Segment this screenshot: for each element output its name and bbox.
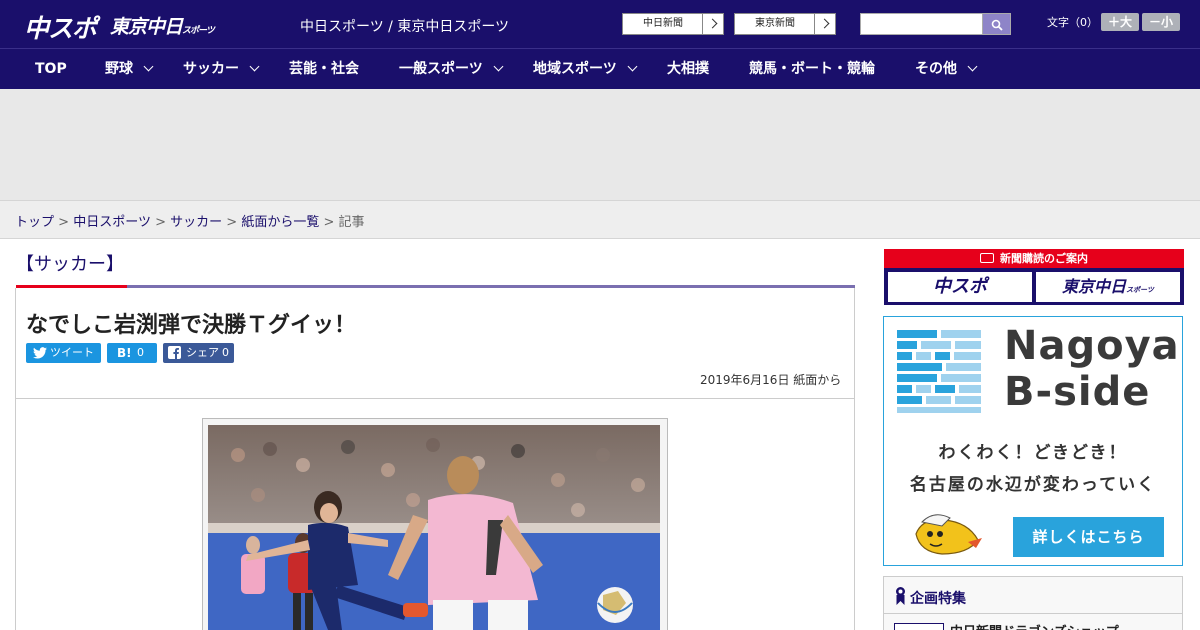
breadcrumb-separator: > <box>155 215 166 230</box>
feature-heading: 企画特集 <box>910 591 966 607</box>
feature-item-thumbnail[interactable] <box>894 623 944 630</box>
brick-wall-icon <box>897 330 981 413</box>
chevron-down-icon <box>967 61 978 72</box>
nav-item-top[interactable]: TOP <box>35 49 67 90</box>
article-category[interactable]: 【サッカー】 <box>16 250 124 276</box>
facebook-share-button[interactable]: シェア 0 <box>163 343 234 363</box>
nav-item-soccer[interactable]: サッカー <box>183 49 260 90</box>
hatena-bookmark-icon: B! <box>117 346 132 360</box>
nav-item-sumo[interactable]: 大相撲 <box>667 49 709 90</box>
search-input[interactable] <box>860 13 983 35</box>
search-button[interactable] <box>982 13 1011 35</box>
tweet-label: ツイート <box>50 346 94 359</box>
article-date: 2019年6月16日 紙面から <box>700 373 842 387</box>
soccer-photo-illustration <box>208 425 660 630</box>
nav-label: サッカー <box>183 61 239 77</box>
nav-label: 地域スポーツ <box>533 61 617 77</box>
hatena-bookmark-button[interactable]: B! 0 <box>107 343 157 363</box>
subscription-tokyo-chunichi-small: スポーツ <box>1126 286 1154 294</box>
facebook-share-count: 0 <box>222 346 229 359</box>
breadcrumb-link-top[interactable]: トップ <box>15 215 54 230</box>
bside-title: Nagoya B-side <box>1004 323 1180 415</box>
font-size-label: 文字（0） <box>1047 16 1098 29</box>
chunichi-shimbun-link[interactable]: 中日新聞 <box>622 13 724 35</box>
nav-label: 野球 <box>105 61 133 77</box>
shrimp-tempura-mascot-icon <box>915 514 982 555</box>
search-icon <box>991 19 1003 31</box>
chevron-right-icon <box>814 14 835 34</box>
subscription-banner-header: 新聞購読のご案内 <box>884 249 1184 268</box>
tweet-button[interactable]: ツイート <box>26 343 101 363</box>
article-header-divider <box>15 398 855 399</box>
article-headline: なでしこ岩渕弾で決勝Ｔグイッ！ <box>26 313 357 338</box>
twitter-bird-icon <box>33 347 47 359</box>
chevron-down-icon <box>249 61 260 72</box>
font-smaller-button[interactable]: －小 <box>1142 13 1180 31</box>
bside-details-button[interactable]: 詳しくはこちら <box>1013 517 1164 557</box>
nav-label: 芸能・社会 <box>289 61 359 77</box>
nav-item-general-sports[interactable]: 一般スポーツ <box>399 49 504 90</box>
breadcrumb-separator: > <box>58 215 70 230</box>
breadcrumb: トップ > 中日スポーツ > サッカー > 紙面から一覧 > 記事 <box>15 211 365 230</box>
nav-label: その他 <box>915 61 957 77</box>
tokyo-chunichi-logo-text: 東京中日 <box>110 16 183 38</box>
breadcrumb-separator: > <box>323 215 335 230</box>
chunichi-shimbun-label: 中日新聞 <box>643 18 683 29</box>
facebook-share-label: シェア <box>186 346 219 359</box>
breadcrumb-separator: > <box>226 215 238 230</box>
nav-item-entertainment[interactable]: 芸能・社会 <box>289 49 359 90</box>
chevron-right-icon <box>702 14 723 34</box>
ticket-icon <box>980 253 994 263</box>
feature-section: 企画特集 中日新聞ドラゴンズショップ <box>883 576 1183 630</box>
main-nav: TOP 野球 サッカー 芸能・社会 一般スポーツ 地域スポーツ 大相撲 競馬・ボ… <box>0 48 1200 89</box>
bside-copy-line1: わくわく！どきどき！ <box>938 443 1128 463</box>
feature-item-link[interactable]: 中日新聞ドラゴンズショップ <box>950 621 1119 630</box>
chevron-down-icon <box>627 61 638 72</box>
subscription-banner[interactable]: 新聞購読のご案内 中スポ 東京中日スポーツ <box>884 249 1184 305</box>
ad-banner-area <box>0 89 1200 200</box>
tokyo-shimbun-link[interactable]: 東京新聞 <box>734 13 836 35</box>
nav-label: 大相撲 <box>667 61 709 77</box>
nav-label: TOP <box>35 61 67 77</box>
nav-label: 一般スポーツ <box>399 61 483 77</box>
nagoya-bside-ad[interactable]: Nagoya B-side わくわく！どきどき！ 名古屋の水辺が変わっていく 詳… <box>883 316 1183 566</box>
subscription-tokyo-chunichi-logo[interactable]: 東京中日スポーツ <box>1036 272 1180 302</box>
breadcrumb-link-chunichi-sports[interactable]: 中日スポーツ <box>73 215 151 230</box>
subscription-tokyo-chunichi-text: 東京中日 <box>1062 277 1127 296</box>
nav-item-racing[interactable]: 競馬・ボート・競輪 <box>749 49 875 90</box>
nav-item-baseball[interactable]: 野球 <box>105 49 154 90</box>
feature-divider <box>884 613 1182 614</box>
nav-label: 競馬・ボート・競輪 <box>749 61 875 77</box>
nav-item-other[interactable]: その他 <box>915 49 978 90</box>
subscription-header-text: 新聞購読のご案内 <box>1000 252 1088 265</box>
tokyo-chunichi-logo[interactable]: 東京中日スポーツ <box>110 12 215 39</box>
facebook-icon <box>168 346 181 359</box>
hatena-count: 0 <box>137 346 144 359</box>
article-photo[interactable] <box>208 425 660 630</box>
bside-title-line1: Nagoya <box>1004 323 1180 369</box>
breadcrumb-current: 記事 <box>338 215 365 230</box>
ribbon-icon <box>896 587 905 605</box>
nav-item-regional-sports[interactable]: 地域スポーツ <box>533 49 638 90</box>
breadcrumb-link-newspaper-list[interactable]: 紙面から一覧 <box>241 215 319 230</box>
chuspo-logo[interactable]: 中スポ <box>24 9 97 45</box>
bside-copy-line2: 名古屋の水辺が変わっていく <box>909 475 1157 495</box>
site-title: 中日スポーツ / 東京中日スポーツ <box>300 19 510 35</box>
chevron-down-icon <box>143 61 154 72</box>
top-header: 中スポ 東京中日スポーツ 中日スポーツ / 東京中日スポーツ 中日新聞 東京新聞… <box>0 0 1200 48</box>
subscription-chuspo-logo[interactable]: 中スポ <box>888 272 1032 302</box>
bside-title-line2: B-side <box>1004 369 1151 415</box>
breadcrumb-bar: トップ > 中日スポーツ > サッカー > 紙面から一覧 > 記事 <box>0 200 1200 239</box>
tokyo-chunichi-logo-small: スポーツ <box>182 26 215 36</box>
tokyo-shimbun-label: 東京新聞 <box>755 18 795 29</box>
chevron-down-icon <box>493 61 504 72</box>
font-bigger-button[interactable]: ＋大 <box>1101 13 1139 31</box>
breadcrumb-link-soccer[interactable]: サッカー <box>170 215 222 230</box>
